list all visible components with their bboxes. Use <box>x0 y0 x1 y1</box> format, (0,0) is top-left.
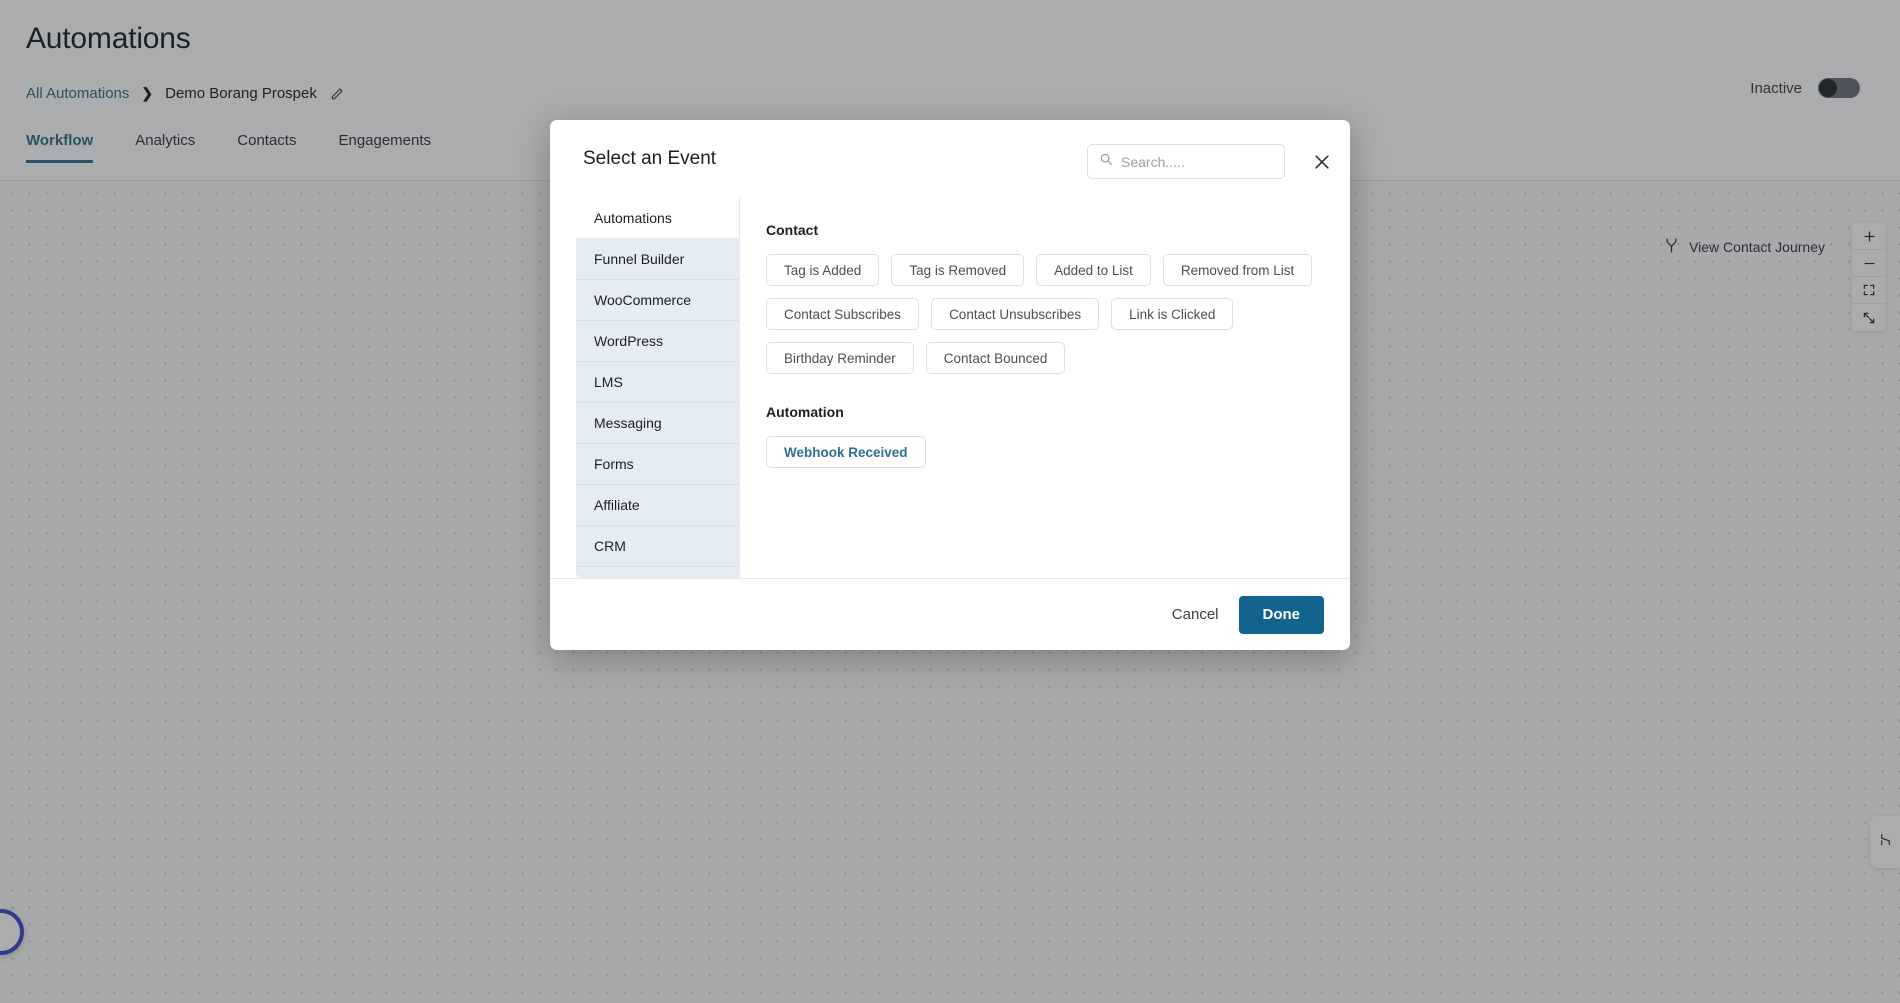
event-chip-birthday-reminder[interactable]: Birthday Reminder <box>766 342 914 374</box>
sidebar-item-crm[interactable]: CRM <box>576 526 739 567</box>
event-chip-added-to-list[interactable]: Added to List <box>1036 254 1151 286</box>
automation-event-chips: Webhook Received <box>766 436 1324 468</box>
search-icon <box>1099 152 1113 171</box>
event-chip-webhook-received[interactable]: Webhook Received <box>766 436 926 468</box>
sidebar-item-woocommerce[interactable]: WooCommerce <box>576 280 739 321</box>
cancel-button[interactable]: Cancel <box>1172 606 1219 623</box>
group-title-automation: Automation <box>766 404 844 420</box>
search-input[interactable] <box>1121 153 1273 170</box>
event-chip-contact-subscribes[interactable]: Contact Subscribes <box>766 298 920 330</box>
sidebar-item-wordpress[interactable]: WordPress <box>576 321 739 362</box>
close-icon[interactable] <box>1312 152 1332 172</box>
modal-title: Select an Event <box>583 148 717 169</box>
event-chip-link-is-clicked[interactable]: Link is Clicked <box>1111 298 1234 330</box>
modal-footer: Cancel Done <box>550 578 1350 650</box>
sidebar-item-lms[interactable]: LMS <box>576 362 739 403</box>
modal-header: Select an Event <box>550 120 1350 198</box>
select-event-modal: Select an Event Automations Funnel Build… <box>550 120 1350 650</box>
event-chip-contact-unsubscribes[interactable]: Contact Unsubscribes <box>931 298 1100 330</box>
modal-body: Automations Funnel Builder WooCommerce W… <box>550 198 1350 578</box>
sidebar-item-affiliate[interactable]: Affiliate <box>576 485 739 526</box>
sidebar-item-automations[interactable]: Automations <box>576 198 739 239</box>
group-title-contact: Contact <box>766 222 819 238</box>
sidebar-item-messaging[interactable]: Messaging <box>576 403 739 444</box>
done-button[interactable]: Done <box>1238 595 1324 634</box>
event-list-pane: Contact Tag is Added Tag is Removed Adde… <box>739 198 1350 578</box>
event-chip-tag-is-added[interactable]: Tag is Added <box>766 254 880 286</box>
search-box[interactable] <box>1087 144 1285 179</box>
event-chip-removed-from-list[interactable]: Removed from List <box>1162 254 1313 286</box>
event-chip-contact-bounced[interactable]: Contact Bounced <box>925 342 1066 374</box>
sidebar-item-funnel-builder[interactable]: Funnel Builder <box>576 239 739 280</box>
event-chip-tag-is-removed[interactable]: Tag is Removed <box>891 254 1025 286</box>
sidebar-item-forms[interactable]: Forms <box>576 444 739 485</box>
category-sidebar: Automations Funnel Builder WooCommerce W… <box>576 198 739 578</box>
contact-event-chips: Tag is Added Tag is Removed Added to Lis… <box>766 254 1324 374</box>
